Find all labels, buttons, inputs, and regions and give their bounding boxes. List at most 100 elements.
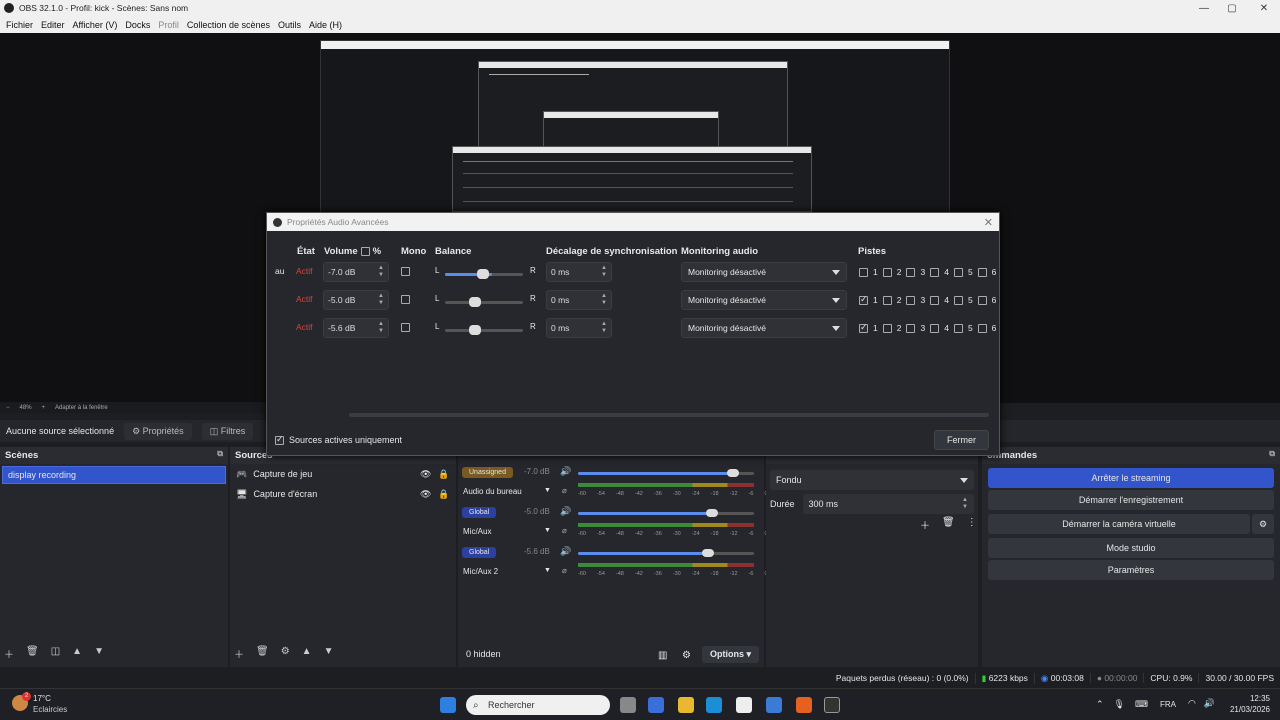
mono-checkbox[interactable] <box>401 295 410 304</box>
track-checkbox[interactable] <box>906 323 916 333</box>
monitoring-select[interactable]: Monitoring désactivé <box>681 318 847 338</box>
language-indicator[interactable]: FRA <box>1160 700 1176 709</box>
file-explorer-icon[interactable] <box>678 697 694 713</box>
monitor-off-icon[interactable]: ⌀ <box>562 526 567 535</box>
virtual-camera-settings-icon[interactable]: ⚙ <box>1252 514 1274 534</box>
volume-input[interactable]: -7.0 dB ▲ ▼ <box>323 262 389 282</box>
duration-input[interactable]: 300 ms ▲ ▼ <box>802 494 974 514</box>
maximize-button[interactable]: ▢ <box>1216 0 1248 16</box>
channel-badge[interactable]: Global <box>462 547 497 558</box>
eye-icon[interactable]: 👁 <box>420 489 431 500</box>
volume-input[interactable]: -5.6 dB ▲ ▼ <box>323 318 389 338</box>
monitoring-select[interactable]: Monitoring désactivé <box>681 290 847 310</box>
channel-dropdown-icon[interactable]: ▼ <box>544 567 551 574</box>
track-checkbox[interactable] <box>953 267 963 277</box>
volume-slider[interactable] <box>578 549 754 557</box>
move-down-icon[interactable]: ▼ <box>94 646 104 661</box>
undock-icon[interactable]: ⧉ <box>1269 449 1275 459</box>
track-checkbox[interactable] <box>930 323 940 333</box>
edge-icon[interactable] <box>706 697 722 713</box>
track-checkbox[interactable] <box>953 323 963 333</box>
percent-checkbox[interactable] <box>360 247 370 256</box>
properties-button[interactable]: ⚙ Propriétés <box>124 422 192 440</box>
volume-slider[interactable] <box>578 509 754 517</box>
track-checkbox[interactable] <box>977 295 987 305</box>
obs-taskbar-icon[interactable] <box>824 697 840 713</box>
fit-label[interactable]: Adapter à la fenêtre <box>55 405 108 411</box>
store-icon[interactable] <box>736 697 752 713</box>
speaker-icon[interactable]: 🔊 <box>1204 698 1215 709</box>
active-only-checkbox[interactable] <box>275 434 284 445</box>
horizontal-scrollbar[interactable] <box>349 413 989 417</box>
sync-offset-input[interactable]: 0 ms ▲ ▼ <box>546 318 612 338</box>
speaker-icon[interactable]: 🔊 <box>560 546 571 557</box>
source-item[interactable]: 🖥 Capture d'écran 👁 🔒 <box>230 484 456 504</box>
filters-button[interactable]: ◫ Filtres <box>201 422 254 440</box>
speaker-icon[interactable]: 🔊 <box>560 506 571 517</box>
mail-icon[interactable] <box>766 697 782 713</box>
track-checkbox[interactable] <box>882 323 892 333</box>
track-checkbox[interactable] <box>906 295 916 305</box>
settings-button[interactable]: Paramètres <box>988 560 1274 580</box>
speaker-icon[interactable]: 🔊 <box>560 466 571 477</box>
monitor-off-icon[interactable]: ⌀ <box>562 486 567 495</box>
clock-time[interactable]: 12:35 <box>1230 694 1270 703</box>
volume-slider[interactable] <box>578 469 754 477</box>
clock-date[interactable]: 21/03/2026 <box>1218 705 1270 714</box>
state-label[interactable]: Actif <box>296 266 313 276</box>
source-item[interactable]: 🎮 Capture de jeu 👁 🔒 <box>230 464 456 484</box>
balance-slider[interactable] <box>445 325 523 335</box>
menu-tools[interactable]: Outils <box>274 20 305 30</box>
menu-view[interactable]: Afficher (V) <box>69 20 122 30</box>
zoom-out-button[interactable]: − <box>6 405 10 411</box>
trash-icon[interactable]: 🗑 <box>26 646 39 661</box>
balance-slider[interactable] <box>445 269 523 279</box>
keyboard-icon[interactable]: ⌨ <box>1135 699 1148 710</box>
menu-docks[interactable]: Docks <box>121 20 154 30</box>
copilot-icon[interactable] <box>648 697 664 713</box>
channel-badge[interactable]: Global <box>462 507 497 518</box>
gear-icon[interactable]: ⚙ <box>281 646 290 661</box>
undock-icon[interactable]: ⧉ <box>217 449 223 459</box>
menu-file[interactable]: Fichier <box>2 20 37 30</box>
track-checkbox[interactable] <box>977 323 987 333</box>
layout-icon[interactable]: ▥ <box>658 650 667 661</box>
start-icon[interactable] <box>440 697 456 713</box>
move-down-icon[interactable]: ▼ <box>324 646 334 661</box>
menu-profile[interactable]: Profil <box>154 20 183 30</box>
sync-offset-input[interactable]: 0 ms ▲ ▼ <box>546 262 612 282</box>
track-checkbox[interactable] <box>882 267 892 277</box>
volume-input[interactable]: -5.0 dB ▲ ▼ <box>323 290 389 310</box>
start-recording-button[interactable]: Démarrer l'enregistrement <box>988 490 1274 510</box>
track-checkbox[interactable] <box>930 295 940 305</box>
move-up-icon[interactable]: ▲ <box>72 646 82 661</box>
track-checkbox[interactable] <box>977 267 987 277</box>
track-checkbox[interactable] <box>930 267 940 277</box>
lock-icon[interactable]: 🔒 <box>438 469 449 480</box>
menu-help[interactable]: Aide (H) <box>305 20 346 30</box>
microphone-icon[interactable]: 🎙 <box>1114 699 1125 710</box>
track-checkbox[interactable] <box>906 267 916 277</box>
monitor-off-icon[interactable]: ⌀ <box>562 566 567 575</box>
active-only-option[interactable]: Sources actives uniquement <box>275 434 402 445</box>
state-label[interactable]: Actif <box>296 294 313 304</box>
state-label[interactable]: Actif <box>296 322 313 332</box>
trash-icon[interactable]: 🗑 <box>942 517 955 532</box>
mixer-settings-icon[interactable]: ⚙ <box>682 650 691 661</box>
channel-dropdown-icon[interactable]: ▼ <box>544 487 551 494</box>
options-button[interactable]: Options ▾ <box>702 646 760 663</box>
sync-offset-input[interactable]: 0 ms ▲ ▼ <box>546 290 612 310</box>
mono-checkbox[interactable] <box>401 323 410 332</box>
menu-scene-collection[interactable]: Collection de scènes <box>183 20 274 30</box>
studio-mode-button[interactable]: Mode studio <box>988 538 1274 558</box>
track-checkbox[interactable] <box>859 267 868 277</box>
close-icon[interactable]: ✕ <box>984 216 993 229</box>
track-checkbox[interactable] <box>859 294 868 305</box>
track-checkbox[interactable] <box>882 295 892 305</box>
trash-icon[interactable]: 🗑 <box>256 646 269 661</box>
balance-slider[interactable] <box>445 297 523 307</box>
add-icon[interactable]: ＋ <box>920 517 930 532</box>
scene-item[interactable]: display recording <box>2 466 226 484</box>
search-box[interactable]: ⌕ Rechercher <box>466 695 610 715</box>
close-button[interactable]: ✕ <box>1248 0 1280 16</box>
